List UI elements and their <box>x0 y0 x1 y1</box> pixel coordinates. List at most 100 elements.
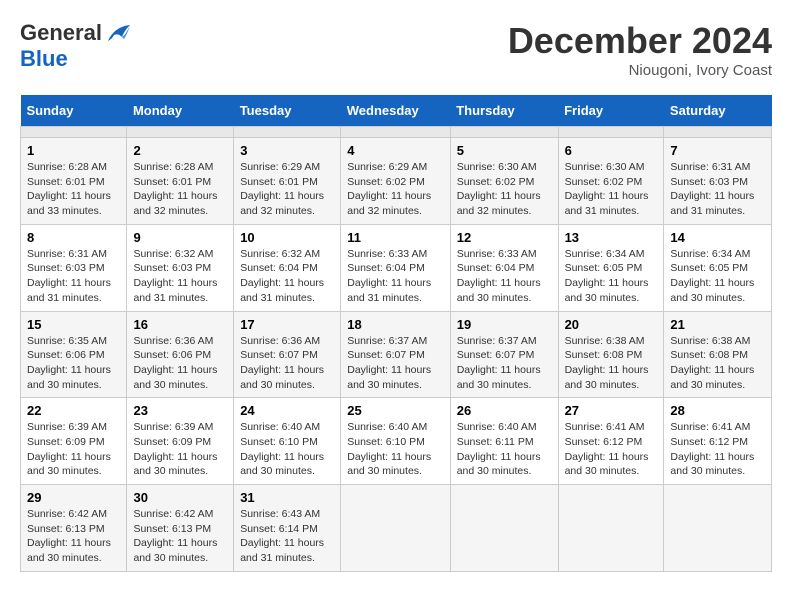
calendar-cell: 12Sunrise: 6:33 AMSunset: 6:04 PMDayligh… <box>450 224 558 311</box>
day-header: Sunday <box>21 95 127 127</box>
day-header: Tuesday <box>234 95 341 127</box>
calendar-cell: 28 Sunrise: 6:41 AMSunset: 6:12 PMDayligh… <box>664 398 772 485</box>
page-header: General Blue December 2024 Niougoni, Ivo… <box>20 20 772 79</box>
calendar-cell: 11Sunrise: 6:33 AMSunset: 6:04 PMDayligh… <box>341 224 450 311</box>
day-number: 24 <box>240 403 334 418</box>
day-header: Saturday <box>664 95 772 127</box>
calendar-cell <box>127 127 234 138</box>
day-info: Sunrise: 6:31 AMSunset: 6:03 PMDaylight:… <box>670 160 765 219</box>
calendar-week-row: 1 Sunrise: 6:28 AMSunset: 6:01 PMDaylight… <box>21 138 772 225</box>
calendar-cell: 30 Sunrise: 6:42 AMSunset: 6:13 PMDayligh… <box>127 485 234 572</box>
day-info: Sunrise: 6:28 AMSunset: 6:01 PMDaylight:… <box>133 160 227 219</box>
day-info: Sunrise: 6:39 AMSunset: 6:09 PMDaylight:… <box>133 420 227 479</box>
day-info: Sunrise: 6:38 AMSunset: 6:08 PMDaylight:… <box>670 334 765 393</box>
day-header: Friday <box>558 95 664 127</box>
calendar-cell: 8Sunrise: 6:31 AMSunset: 6:03 PMDaylight… <box>21 224 127 311</box>
calendar-cell: 29Sunrise: 6:42 AMSunset: 6:13 PMDayligh… <box>21 485 127 572</box>
day-number: 10 <box>240 230 334 245</box>
day-number: 2 <box>133 143 227 158</box>
calendar-cell: 9 Sunrise: 6:32 AMSunset: 6:03 PMDaylight… <box>127 224 234 311</box>
day-number: 3 <box>240 143 334 158</box>
day-header: Monday <box>127 95 234 127</box>
logo: General Blue <box>20 20 132 72</box>
day-info: Sunrise: 6:35 AMSunset: 6:06 PMDaylight:… <box>27 334 120 393</box>
day-number: 8 <box>27 230 120 245</box>
calendar-cell: 20 Sunrise: 6:38 AMSunset: 6:08 PMDayligh… <box>558 311 664 398</box>
day-number: 1 <box>27 143 120 158</box>
day-number: 30 <box>133 490 227 505</box>
day-number: 15 <box>27 317 120 332</box>
day-info: Sunrise: 6:41 AMSunset: 6:12 PMDaylight:… <box>670 420 765 479</box>
calendar-week-row: 15 Sunrise: 6:35 AMSunset: 6:06 PMDayligh… <box>21 311 772 398</box>
day-number: 16 <box>133 317 227 332</box>
day-info: Sunrise: 6:32 AMSunset: 6:04 PMDaylight:… <box>240 247 334 306</box>
day-info: Sunrise: 6:34 AMSunset: 6:05 PMDaylight:… <box>670 247 765 306</box>
day-number: 18 <box>347 317 443 332</box>
calendar-cell <box>558 485 664 572</box>
day-info: Sunrise: 6:41 AMSunset: 6:12 PMDaylight:… <box>565 420 658 479</box>
calendar-cell: 31 Sunrise: 6:43 AMSunset: 6:14 PMDayligh… <box>234 485 341 572</box>
calendar-cell: 22 Sunrise: 6:39 AMSunset: 6:09 PMDayligh… <box>21 398 127 485</box>
day-info: Sunrise: 6:42 AMSunset: 6:13 PMDaylight:… <box>133 507 227 566</box>
calendar-cell <box>234 127 341 138</box>
calendar-cell: 3 Sunrise: 6:29 AMSunset: 6:01 PMDaylight… <box>234 138 341 225</box>
calendar-cell: 2 Sunrise: 6:28 AMSunset: 6:01 PMDaylight… <box>127 138 234 225</box>
calendar-cell: 19Sunrise: 6:37 AMSunset: 6:07 PMDayligh… <box>450 311 558 398</box>
title-section: December 2024 Niougoni, Ivory Coast <box>508 20 772 79</box>
day-number: 31 <box>240 490 334 505</box>
logo-blue-text: Blue <box>20 46 68 71</box>
calendar-cell: 4 Sunrise: 6:29 AMSunset: 6:02 PMDaylight… <box>341 138 450 225</box>
day-number: 12 <box>457 230 552 245</box>
day-number: 6 <box>565 143 658 158</box>
logo-bird-icon <box>104 23 132 45</box>
location: Niougoni, Ivory Coast <box>508 62 772 79</box>
day-info: Sunrise: 6:39 AMSunset: 6:09 PMDaylight:… <box>27 420 120 479</box>
calendar-cell <box>21 127 127 138</box>
day-info: Sunrise: 6:37 AMSunset: 6:07 PMDaylight:… <box>347 334 443 393</box>
calendar-cell: 21Sunrise: 6:38 AMSunset: 6:08 PMDayligh… <box>664 311 772 398</box>
day-number: 22 <box>27 403 120 418</box>
calendar-cell <box>558 127 664 138</box>
day-number: 20 <box>565 317 658 332</box>
day-number: 7 <box>670 143 765 158</box>
day-number: 28 <box>670 403 765 418</box>
calendar-table: SundayMondayTuesdayWednesdayThursdayFrid… <box>20 95 772 572</box>
calendar-cell <box>341 127 450 138</box>
calendar-cell: 26Sunrise: 6:40 AMSunset: 6:11 PMDayligh… <box>450 398 558 485</box>
day-info: Sunrise: 6:36 AMSunset: 6:06 PMDaylight:… <box>133 334 227 393</box>
calendar-cell: 25Sunrise: 6:40 AMSunset: 6:10 PMDayligh… <box>341 398 450 485</box>
calendar-cell: 24 Sunrise: 6:40 AMSunset: 6:10 PMDayligh… <box>234 398 341 485</box>
day-info: Sunrise: 6:29 AMSunset: 6:01 PMDaylight:… <box>240 160 334 219</box>
calendar-cell: 5Sunrise: 6:30 AMSunset: 6:02 PMDaylight… <box>450 138 558 225</box>
day-number: 23 <box>133 403 227 418</box>
calendar-cell: 17Sunrise: 6:36 AMSunset: 6:07 PMDayligh… <box>234 311 341 398</box>
day-number: 29 <box>27 490 120 505</box>
day-number: 4 <box>347 143 443 158</box>
calendar-header-row: SundayMondayTuesdayWednesdayThursdayFrid… <box>21 95 772 127</box>
calendar-cell: 18 Sunrise: 6:37 AMSunset: 6:07 PMDayligh… <box>341 311 450 398</box>
day-info: Sunrise: 6:40 AMSunset: 6:10 PMDaylight:… <box>240 420 334 479</box>
day-info: Sunrise: 6:38 AMSunset: 6:08 PMDaylight:… <box>565 334 658 393</box>
day-number: 19 <box>457 317 552 332</box>
day-header: Thursday <box>450 95 558 127</box>
day-info: Sunrise: 6:34 AMSunset: 6:05 PMDaylight:… <box>565 247 658 306</box>
day-info: Sunrise: 6:43 AMSunset: 6:14 PMDaylight:… <box>240 507 334 566</box>
day-info: Sunrise: 6:30 AMSunset: 6:02 PMDaylight:… <box>457 160 552 219</box>
day-number: 9 <box>133 230 227 245</box>
calendar-cell <box>450 127 558 138</box>
day-info: Sunrise: 6:32 AMSunset: 6:03 PMDaylight:… <box>133 247 227 306</box>
calendar-cell <box>664 485 772 572</box>
calendar-week-row: 29 Sunrise: 6:42 AMSunset: 6:13 PMDayligh… <box>21 485 772 572</box>
day-number: 14 <box>670 230 765 245</box>
day-info: Sunrise: 6:36 AMSunset: 6:07 PMDaylight:… <box>240 334 334 393</box>
calendar-cell <box>450 485 558 572</box>
day-info: Sunrise: 6:33 AMSunset: 6:04 PMDaylight:… <box>347 247 443 306</box>
calendar-cell: 27Sunrise: 6:41 AMSunset: 6:12 PMDayligh… <box>558 398 664 485</box>
logo-text: General <box>20 20 132 46</box>
day-info: Sunrise: 6:29 AMSunset: 6:02 PMDaylight:… <box>347 160 443 219</box>
calendar-week-row: 8Sunrise: 6:31 AMSunset: 6:03 PMDaylight… <box>21 224 772 311</box>
calendar-cell <box>341 485 450 572</box>
calendar-cell: 6Sunrise: 6:30 AMSunset: 6:02 PMDaylight… <box>558 138 664 225</box>
month-title: December 2024 <box>508 20 772 62</box>
calendar-cell <box>664 127 772 138</box>
